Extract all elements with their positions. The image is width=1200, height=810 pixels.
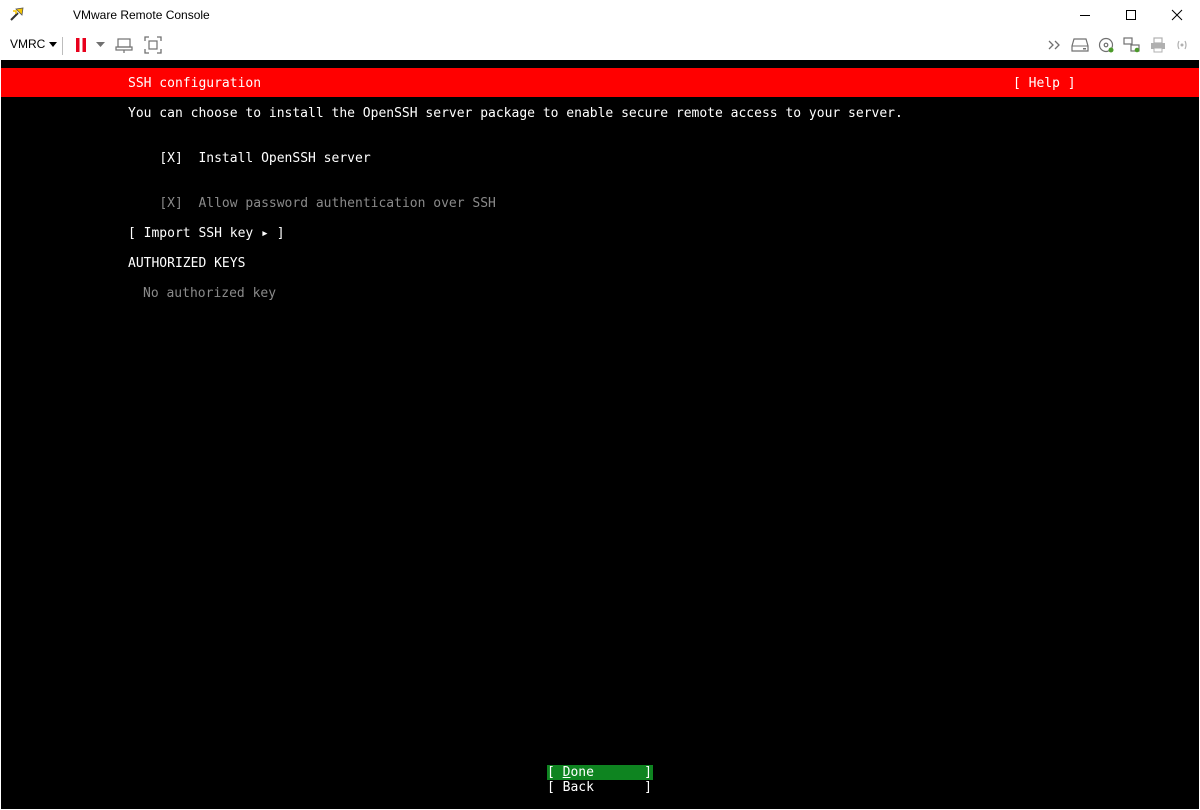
vmrc-menu-button[interactable]: VMRC: [10, 37, 58, 51]
pause-icon: [76, 38, 86, 52]
cd-dvd-device-button[interactable]: [1096, 35, 1116, 55]
vmrc-menu-label: VMRC: [10, 37, 46, 51]
vm-console-screen[interactable]: SSH configuration [ Help ] You can choos…: [1, 60, 1199, 809]
send-ctrl-alt-del-button[interactable]: [114, 35, 134, 55]
maximize-icon: [1126, 10, 1136, 20]
help-button[interactable]: [ Help ]: [1013, 76, 1076, 91]
checkbox-mark: [X]: [159, 151, 183, 166]
power-options-dropdown[interactable]: [94, 35, 106, 55]
allow-password-auth-checkbox: [X] Allow password authentication over S…: [128, 181, 496, 226]
hard-disk-device-button[interactable]: [1070, 35, 1090, 55]
ssh-description: You can choose to install the OpenSSH se…: [128, 106, 903, 121]
network-adapter-device-button[interactable]: [1122, 35, 1142, 55]
install-openssh-checkbox[interactable]: [X] Install OpenSSH server: [128, 136, 371, 181]
fullscreen-icon: [144, 36, 162, 54]
toolbar-divider: [62, 37, 63, 55]
authorized-keys-heading: AUTHORIZED KEYS: [128, 256, 246, 271]
sound-icon: [1177, 40, 1187, 50]
minimize-button[interactable]: [1062, 0, 1108, 30]
fullscreen-button[interactable]: [142, 35, 164, 55]
back-label: Back: [562, 780, 594, 795]
window-title: VMware Remote Console: [73, 8, 210, 22]
close-icon: [1171, 9, 1183, 21]
cd-dvd-icon: [1098, 37, 1114, 53]
printer-icon: [1151, 37, 1165, 53]
printer-device-button[interactable]: [1148, 35, 1168, 55]
vmrc-logo-icon: [10, 7, 24, 21]
close-button[interactable]: [1154, 0, 1200, 30]
more-devices-button[interactable]: [1046, 35, 1064, 55]
checkbox-mark: [X]: [159, 196, 183, 211]
allow-password-auth-label: Allow password authentication over SSH: [198, 196, 496, 211]
pause-button[interactable]: [74, 35, 88, 55]
send-ctrl-alt-del-icon: [115, 38, 133, 53]
done-button[interactable]: [ Done]: [547, 765, 653, 780]
network-adapter-icon: [1123, 37, 1140, 53]
more-icon: [1048, 40, 1060, 50]
hard-disk-icon: [1071, 38, 1089, 52]
back-button[interactable]: [ Back]: [547, 780, 653, 795]
chevron-down-icon: [49, 42, 58, 47]
no-authorized-key-text: No authorized key: [143, 286, 277, 301]
chevron-down-icon: [95, 42, 105, 47]
maximize-button[interactable]: [1108, 0, 1154, 30]
install-openssh-label: Install OpenSSH server: [198, 151, 371, 166]
sound-device-button[interactable]: [1174, 35, 1190, 55]
import-ssh-key-button[interactable]: [ Import SSH key ▸ ]: [128, 226, 285, 241]
page-title: SSH configuration: [128, 76, 262, 91]
window-titlebar: VMware Remote Console: [0, 0, 1200, 30]
minimize-icon: [1080, 15, 1090, 16]
toolbar: VMRC: [0, 30, 1200, 60]
